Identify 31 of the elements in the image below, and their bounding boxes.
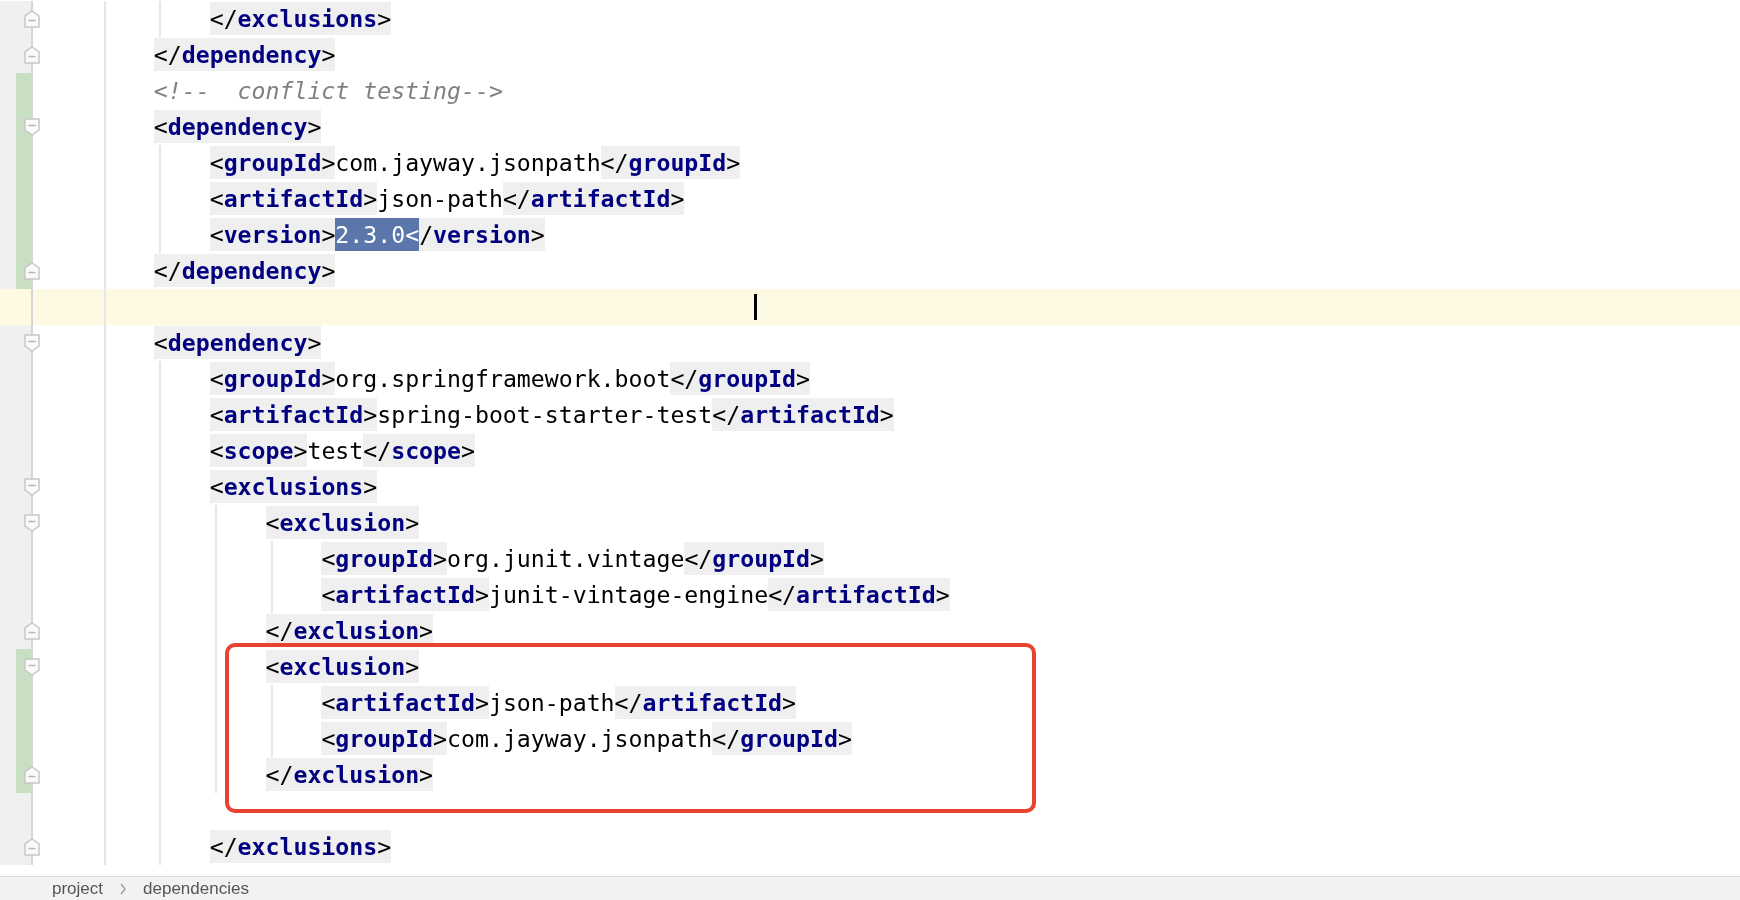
code-line: </exclusions> [98,829,392,865]
code-line: <exclusions> [98,469,378,505]
fold-icon[interactable] [24,658,40,676]
code-line: <artifactId>json-path</artifactId> [98,181,685,217]
fold-icon[interactable] [24,334,40,352]
code-line: <groupId>org.springframework.boot</groupId> [98,361,811,397]
fold-icon[interactable] [24,478,40,496]
code-line: <!-- conflict testing--> [152,76,503,106]
code-line: <artifactId>junit-vintage-engine</artifactId> [98,577,950,613]
fold-icon[interactable] [24,10,40,28]
code-line: </exclusions> [98,1,392,37]
code-line: </exclusion> [98,757,434,793]
fold-icon[interactable] [24,622,40,640]
code-line: <exclusion> [98,505,420,541]
fold-icon[interactable] [24,766,40,784]
code-line: <version>2.3.0</version> [98,217,545,253]
code-line: <artifactId>spring-boot-starter-test</artifactId> [98,397,894,433]
breadcrumb-item[interactable]: dependencies [143,878,249,899]
fold-icon[interactable] [24,514,40,532]
breadcrumb-item[interactable]: project [52,878,104,899]
fold-icon[interactable] [24,46,40,64]
code-line: <groupId>com.jayway.jsonpath</groupId> [98,145,741,181]
code-line: <groupId>com.jayway.jsonpath</groupId> [98,721,852,757]
fold-icon[interactable] [24,262,40,280]
fold-icon[interactable] [24,118,40,136]
code-line: <exclusion> [98,649,420,685]
code-line: <artifactId>json-path</artifactId> [98,685,797,721]
fold-icon[interactable] [24,838,40,856]
code-line: <scope>test</scope> [98,433,475,469]
chevron-icon [119,882,128,895]
code-line: <groupId>org.junit.vintage</groupId> [98,541,824,577]
